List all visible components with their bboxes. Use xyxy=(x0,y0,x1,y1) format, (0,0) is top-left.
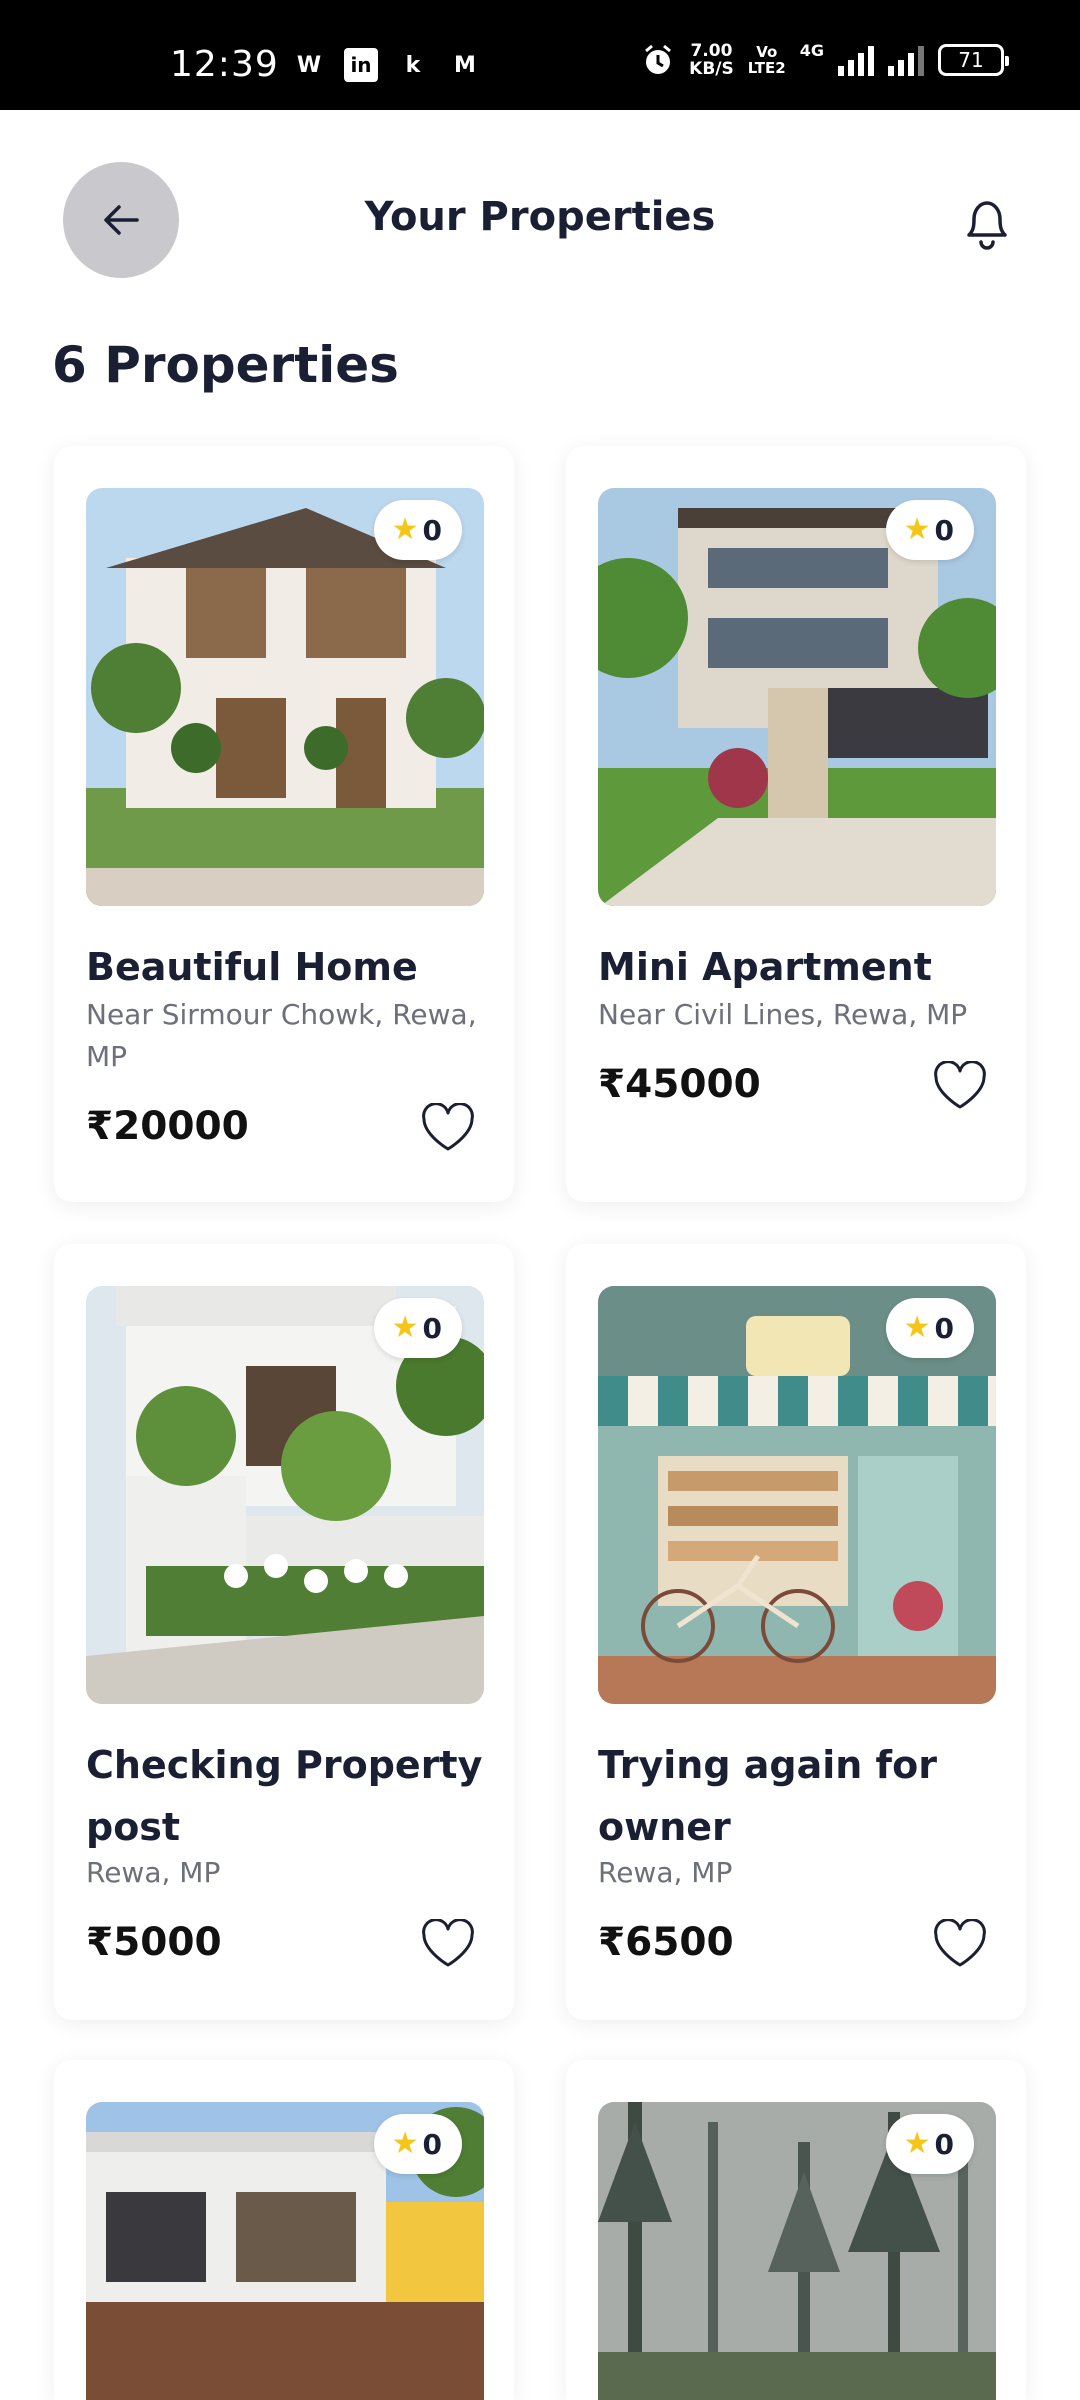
property-location: Near Civil Lines, Rewa, MP xyxy=(598,998,968,1031)
property-price: ₹6500 xyxy=(598,1920,734,1965)
star-icon: ★ xyxy=(391,2126,419,2161)
property-card[interactable]: ★ 0 xyxy=(54,2060,514,2400)
star-icon: ★ xyxy=(903,1310,931,1345)
star-icon: ★ xyxy=(903,2126,931,2161)
rating-badge: ★ 0 xyxy=(373,2114,462,2174)
network-type: 4G xyxy=(799,40,824,60)
app-notification-icon: W xyxy=(296,52,322,78)
network-speed: 7.00 KB/S xyxy=(689,41,734,79)
heart-icon xyxy=(422,1103,474,1151)
rating-badge: ★ 0 xyxy=(885,2114,974,2174)
signal-icon xyxy=(888,44,924,76)
property-card[interactable]: ★ 0 Checking Property post Rewa, MP ₹500… xyxy=(54,1244,514,2020)
property-card[interactable]: ★ 0 Mini Apartment Near Civil Lines, Rew… xyxy=(566,446,1026,1202)
property-title: Trying again for owner xyxy=(598,1743,937,1849)
property-title: Checking Property post xyxy=(86,1743,483,1849)
property-card[interactable]: ★ 0 xyxy=(566,2060,1026,2400)
property-location: Rewa, MP xyxy=(86,1856,221,1889)
status-time: 12:39 xyxy=(170,44,279,85)
alarm-icon xyxy=(645,44,672,74)
heart-icon xyxy=(934,1919,986,1967)
heart-icon xyxy=(934,1061,986,1109)
favorite-button[interactable] xyxy=(930,1056,990,1116)
properties-count: 6 Properties xyxy=(52,336,399,394)
status-app-icons: W in k M xyxy=(292,48,482,82)
favorite-button[interactable] xyxy=(930,1914,990,1974)
bell-icon xyxy=(967,201,1007,250)
property-location: Near Sirmour Chowk, Rewa, MP xyxy=(86,998,477,1073)
rating-badge: ★ 0 xyxy=(373,500,462,560)
volte-indicator: Vo LTE2 xyxy=(747,43,786,77)
star-icon: ★ xyxy=(391,512,419,547)
notifications-button[interactable] xyxy=(952,188,1022,258)
app-notification-icon: k xyxy=(405,52,421,78)
property-title: Beautiful Home xyxy=(86,945,418,989)
property-image: ★ 0 xyxy=(598,488,996,906)
battery-icon: 71 xyxy=(938,44,1009,76)
property-title: Mini Apartment xyxy=(598,945,932,989)
signal-icon xyxy=(838,44,874,76)
heart-icon xyxy=(422,1919,474,1967)
gmail-icon: M xyxy=(454,52,476,78)
property-card[interactable]: ★ 0 Beautiful Home Near Sirmour Chowk, R… xyxy=(54,446,514,1202)
property-image: ★ 0 xyxy=(86,488,484,906)
app-header: Your Properties xyxy=(0,110,1080,330)
property-price: ₹5000 xyxy=(86,1920,222,1965)
star-icon: ★ xyxy=(903,512,931,547)
star-icon: ★ xyxy=(391,1310,419,1345)
favorite-button[interactable] xyxy=(418,1098,478,1158)
page-title: Your Properties xyxy=(364,194,716,240)
property-location: Rewa, MP xyxy=(598,1856,733,1889)
favorite-button[interactable] xyxy=(418,1914,478,1974)
linkedin-icon: in xyxy=(344,48,378,82)
rating-badge: ★ 0 xyxy=(885,1298,974,1358)
property-card[interactable]: ★ 0 Trying again for owner Rewa, MP ₹650… xyxy=(566,1244,1026,2020)
property-image: ★ 0 xyxy=(598,2102,996,2400)
property-price: ₹45000 xyxy=(598,1062,761,1107)
rating-badge: ★ 0 xyxy=(885,500,974,560)
status-indicators: 7.00 KB/S Vo LTE2 4G 71 xyxy=(641,40,1009,79)
property-image: ★ 0 xyxy=(86,1286,484,1704)
status-bar: 12:39 W in k M 7.00 KB/S Vo LTE2 4G 71 xyxy=(0,0,1080,110)
property-image: ★ 0 xyxy=(598,1286,996,1704)
property-image: ★ 0 xyxy=(86,2102,484,2400)
property-price: ₹20000 xyxy=(86,1104,249,1149)
rating-badge: ★ 0 xyxy=(373,1298,462,1358)
